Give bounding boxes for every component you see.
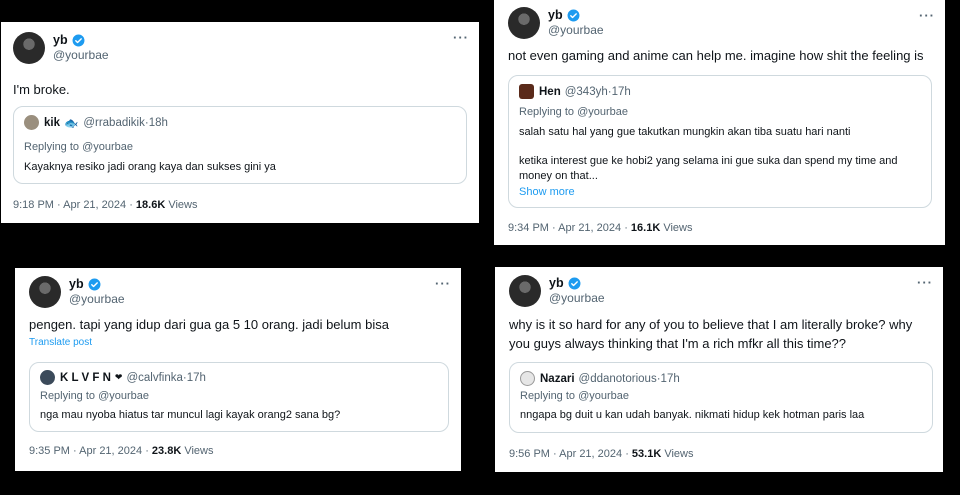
tweet-text: not even gaming and anime can help me. i… — [508, 48, 924, 63]
tweet-time[interactable]: 9:35 PM — [29, 445, 70, 457]
separator: · — [53, 199, 64, 211]
tweet-card-1[interactable]: yb @yourbae ··· I'm broke. kik 🐟 @rrabad… — [1, 22, 479, 223]
quote-time: 17h — [186, 371, 206, 384]
more-options-icon[interactable]: ··· — [453, 30, 469, 45]
tweet-header: yb @yourbae — [508, 7, 604, 39]
more-options-icon[interactable]: ··· — [919, 8, 935, 23]
quote-text: nga mau nyoba hiatus tar muncul lagi kay… — [40, 409, 341, 421]
translate-post-link[interactable]: Translate post — [29, 337, 92, 348]
separator: · — [548, 222, 559, 234]
verified-badge-icon — [567, 9, 580, 22]
separator: · — [126, 199, 136, 211]
replying-to: Replying to @yourbae — [520, 390, 630, 402]
views-label: Views — [664, 448, 694, 460]
tweet-card-3[interactable]: yb @yourbae ··· pengen. tapi yang idup d… — [15, 268, 461, 471]
avatar[interactable] — [29, 276, 61, 308]
user-handle[interactable]: @yourbae — [548, 23, 604, 38]
tweet-meta: 9:18 PM · Apr 21, 2024 · 18.6K Views — [13, 199, 198, 211]
quote-display-name: Nazari — [540, 372, 575, 385]
quote-time: 17h — [660, 372, 680, 385]
quote-time: 18h — [148, 116, 168, 129]
tweet-meta: 9:35 PM · Apr 21, 2024 · 23.8K Views — [29, 445, 214, 457]
views-count: 53.1K — [631, 448, 662, 460]
tweet-header: yb @yourbae — [29, 276, 125, 308]
fish-emoji-icon: 🐟 — [64, 117, 79, 130]
views-count: 16.1K — [630, 222, 661, 234]
tweet-date[interactable]: Apr 21, 2024 — [559, 448, 622, 460]
tweet-text: I'm broke. — [13, 82, 70, 97]
display-name[interactable]: yb — [53, 33, 68, 48]
views-count: 18.6K — [135, 199, 166, 211]
views-label: Views — [663, 222, 693, 234]
separator: · — [621, 222, 631, 234]
separator: · — [622, 448, 632, 460]
quote-time: 17h — [611, 85, 631, 98]
views-label: Views — [184, 445, 214, 457]
tweet-date[interactable]: Apr 21, 2024 — [63, 199, 126, 211]
quote-avatar — [519, 84, 534, 99]
tweet-card-4[interactable]: yb @yourbae ··· why is it so hard for an… — [495, 267, 943, 472]
quote-display-name: K L V F N — [60, 371, 111, 384]
replying-to: Replying to @yourbae — [519, 106, 629, 118]
display-name[interactable]: yb — [548, 8, 563, 23]
tweet-text-line-2: you guys always thinking that I'm a rich… — [509, 336, 847, 351]
quoted-reply[interactable]: Hen @343yh · 17h Replying to @yourbae sa… — [508, 75, 932, 208]
quote-text: nngapa bg duit u kan udah banyak. nikmat… — [520, 409, 865, 421]
quote-text-line-1: salah satu hal yang gue takutkan mungkin… — [519, 126, 851, 138]
tweet-header: yb @yourbae — [13, 32, 109, 64]
avatar[interactable] — [13, 32, 45, 64]
display-name[interactable]: yb — [549, 276, 564, 291]
verified-badge-icon — [88, 278, 101, 291]
quote-handle: @ddanotorious — [578, 372, 657, 385]
separator: · — [549, 448, 560, 460]
separator: · — [142, 445, 152, 457]
tweet-text: pengen. tapi yang idup dari gua ga 5 10 … — [29, 317, 389, 332]
quote-avatar — [24, 115, 39, 130]
display-name[interactable]: yb — [69, 277, 84, 292]
quoted-reply[interactable]: kik 🐟 @rrabadikik · 18h Replying to @you… — [13, 106, 467, 184]
tweet-card-2[interactable]: yb @yourbae ··· not even gaming and anim… — [494, 0, 945, 245]
quote-handle: @calvfinka — [126, 371, 183, 384]
quoted-reply[interactable]: Nazari @ddanotorious · 17h Replying to @… — [509, 362, 933, 433]
replying-to: Replying to @yourbae — [40, 390, 150, 402]
quoted-reply[interactable]: K L V F N ❤ @calvfinka · 17h Replying to… — [29, 362, 449, 432]
tweet-time[interactable]: 9:34 PM — [508, 222, 549, 234]
quote-text-line-2: ketika interest gue ke hobi2 yang selama… — [519, 155, 898, 167]
quote-text-line-3: money on that... — [519, 170, 598, 182]
tweet-text-line-1: why is it so hard for any of you to beli… — [509, 317, 913, 332]
quote-handle: @343yh — [564, 85, 608, 98]
avatar[interactable] — [509, 275, 541, 307]
quote-display-name: kik — [44, 116, 60, 129]
more-options-icon[interactable]: ··· — [435, 276, 451, 291]
views-label: Views — [168, 199, 198, 211]
avatar[interactable] — [508, 7, 540, 39]
tweet-time[interactable]: 9:56 PM — [509, 448, 550, 460]
quote-text: Kayaknya resiko jadi orang kaya dan suks… — [24, 161, 276, 173]
tweet-meta: 9:34 PM · Apr 21, 2024 · 16.1K Views — [508, 222, 693, 234]
tweet-header: yb @yourbae — [509, 275, 605, 307]
user-handle[interactable]: @yourbae — [549, 291, 605, 306]
replying-to: Replying to @yourbae — [24, 141, 134, 153]
quote-display-name: Hen — [539, 85, 561, 98]
tweet-time[interactable]: 9:18 PM — [13, 199, 54, 211]
more-options-icon[interactable]: ··· — [917, 275, 933, 290]
verified-badge-icon — [72, 34, 85, 47]
tweet-date[interactable]: Apr 21, 2024 — [558, 222, 621, 234]
quote-avatar — [520, 371, 535, 386]
quote-avatar — [40, 370, 55, 385]
views-count: 23.8K — [151, 445, 182, 457]
tweet-meta: 9:56 PM · Apr 21, 2024 · 53.1K Views — [509, 448, 694, 460]
heart-emoji-icon: ❤ — [114, 372, 123, 382]
tweet-date[interactable]: Apr 21, 2024 — [79, 445, 142, 457]
verified-badge-icon — [568, 277, 581, 290]
separator: · — [69, 445, 80, 457]
user-handle[interactable]: @yourbae — [53, 48, 109, 63]
user-handle[interactable]: @yourbae — [69, 292, 125, 307]
quote-handle: @rrabadikik — [83, 116, 145, 129]
show-more-link[interactable]: Show more — [519, 186, 575, 198]
